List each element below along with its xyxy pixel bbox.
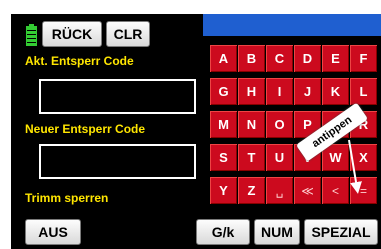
keypad: A B C D E F G H I J K L M N O P Q R S T … [203, 14, 381, 210]
key-b[interactable]: B [238, 45, 265, 72]
trim-lock-value-button[interactable]: AUS [25, 219, 81, 245]
key-u[interactable]: U [266, 144, 293, 171]
new-code-field[interactable] [39, 144, 196, 179]
current-code-label: Akt. Entsperr Code [25, 54, 134, 68]
num-button[interactable]: NUM [254, 219, 300, 245]
back-button[interactable]: RÜCK [42, 21, 102, 47]
key-z[interactable]: Z [238, 177, 265, 204]
key-i[interactable]: I [266, 78, 293, 105]
key-k[interactable]: K [322, 78, 349, 105]
current-code-field[interactable] [39, 79, 196, 114]
key-o[interactable]: O [266, 111, 293, 138]
key-d[interactable]: D [294, 45, 321, 72]
key-x[interactable]: X [350, 144, 377, 171]
key-a[interactable]: A [210, 45, 237, 72]
key-c[interactable]: C [266, 45, 293, 72]
key-y[interactable]: Y [210, 177, 237, 204]
special-button[interactable]: SPEZIAL [304, 219, 378, 245]
keypad-top-bar [203, 14, 381, 36]
key-g[interactable]: G [210, 78, 237, 105]
key-f[interactable]: F [350, 45, 377, 72]
trim-lock-label: Trimm sperren [25, 191, 109, 205]
key-space[interactable]: ␣ [266, 177, 293, 204]
key-enter[interactable]: = [350, 177, 377, 204]
key-s[interactable]: S [210, 144, 237, 171]
new-code-label: Neuer Entsperr Code [25, 122, 146, 136]
key-h[interactable]: H [238, 78, 265, 105]
clear-button[interactable]: CLR [106, 21, 150, 47]
key-t[interactable]: T [238, 144, 265, 171]
key-e[interactable]: E [322, 45, 349, 72]
key-backspace[interactable]: < [322, 177, 349, 204]
case-toggle-button[interactable]: G/k [196, 219, 250, 245]
key-j[interactable]: J [294, 78, 321, 105]
key-n[interactable]: N [238, 111, 265, 138]
lock-code-screen: RÜCK CLR Akt. Entsperr Code Neuer Entspe… [11, 14, 381, 249]
key-m[interactable]: M [210, 111, 237, 138]
battery-icon [26, 24, 37, 46]
key-clear-all[interactable]: ≪ [294, 177, 321, 204]
key-l[interactable]: L [350, 78, 377, 105]
